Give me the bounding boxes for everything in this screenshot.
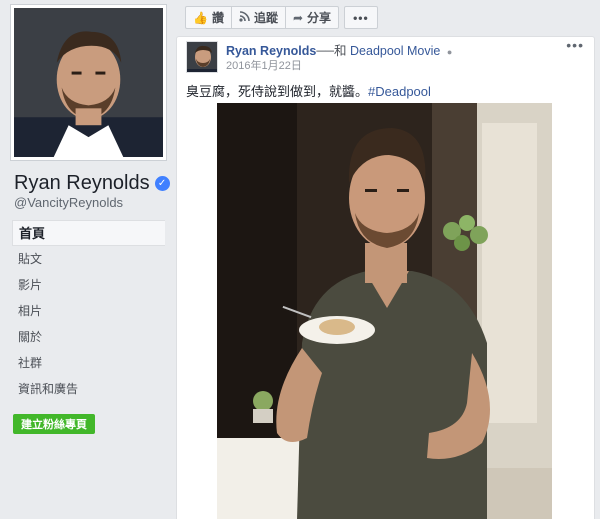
post-card: Ryan Reynolds──和 Deadpool Movie ● 2016年1… [176,36,595,519]
page-handle[interactable]: @VancityReynolds [14,195,123,210]
post-options-button[interactable]: ••• [566,37,584,53]
post-hashtag[interactable]: #Deadpool [368,84,431,99]
post-text: 臭豆腐，死侍說到做到，就醬。#Deadpool [186,81,431,100]
post-author-avatar[interactable] [186,41,218,73]
post-with-text: ──和 [316,44,347,58]
more-options-button[interactable]: ••• [344,6,378,29]
post-tagged-page[interactable]: Deadpool Movie [350,44,440,58]
share-arrow-icon: ➦ [292,10,304,25]
share-button[interactable]: ➦ 分享 [285,6,340,29]
follow-label: 追蹤 [253,11,278,25]
page-action-bar: 👍 讚 追蹤 ➦ 分享 ••• [185,6,378,29]
page-name-text[interactable]: Ryan Reynolds [14,172,150,195]
like-label: 讚 [211,11,224,25]
rss-icon [239,10,250,25]
photo-content [217,103,552,519]
share-label: 分享 [307,11,332,25]
thumbs-up-icon: 👍 [193,10,208,25]
post-text-body: 臭豆腐，死侍說到做到，就醬。 [186,84,369,99]
nav-item-community[interactable]: 社群 [12,350,165,376]
profile-photo [14,8,163,157]
post-author-name[interactable]: Ryan Reynolds [226,44,316,58]
globe-icon: ● [446,47,453,57]
page-name[interactable]: Ryan Reynolds ✓ [14,172,170,195]
post-timestamp[interactable]: 2016年1月22日 [226,57,302,73]
nav-item-posts[interactable]: 貼文 [12,246,165,272]
verified-check-icon: ✓ [154,176,170,191]
left-column: Ryan Reynolds ✓ @VancityReynolds 首頁 貼文 影… [0,0,176,519]
nav-item-info-ads[interactable]: 資訊和廣告 [12,376,165,402]
post-photo[interactable] [217,103,552,519]
nav-item-about[interactable]: 關於 [12,324,165,350]
like-button[interactable]: 👍 讚 [185,6,232,29]
nav-item-videos[interactable]: 影片 [12,272,165,298]
nav-item-photos[interactable]: 相片 [12,298,165,324]
profile-picture[interactable] [10,4,167,161]
follow-button[interactable]: 追蹤 [231,6,286,29]
create-page-button[interactable]: 建立粉絲專頁 [13,414,95,434]
nav-item-home[interactable]: 首頁 [12,220,165,246]
page-nav: 首頁 貼文 影片 相片 關於 社群 資訊和廣告 [12,220,165,402]
